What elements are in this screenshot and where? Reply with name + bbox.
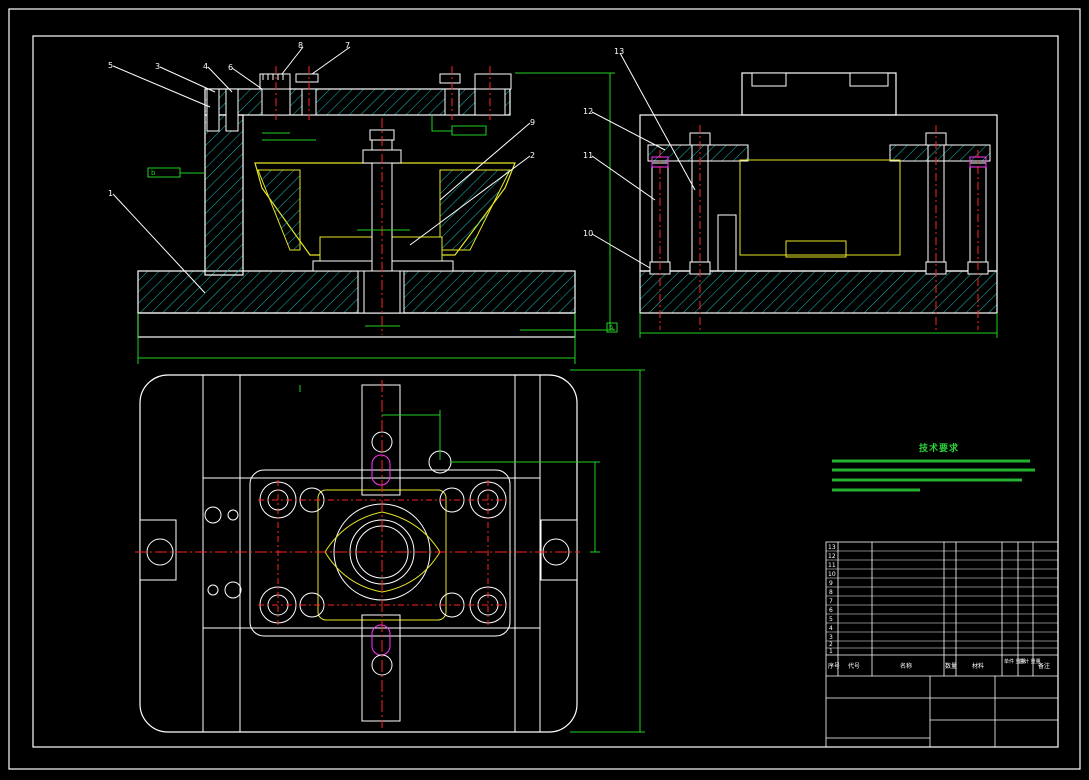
- balloon-3: 3: [155, 62, 160, 71]
- balloon-9: 9: [530, 118, 535, 127]
- front-view: [112, 46, 618, 364]
- title-block-numbers: 13 12 11 10 9 8 7 6 5 4 3 2 1: [828, 544, 836, 655]
- balloon-13: 13: [614, 47, 624, 56]
- header-qty: 数量: [945, 662, 957, 670]
- row-11-no: 11: [828, 562, 836, 569]
- balloon-8: 8: [298, 41, 303, 50]
- balloon-11: 11: [583, 151, 593, 160]
- balloon-labels: 8 7 5 3 4 6 1 9 2 13 12 11 10: [108, 41, 624, 238]
- balloon-4: 4: [203, 62, 208, 71]
- row-1-no: 1: [829, 648, 833, 655]
- row-13-no: 13: [828, 544, 836, 551]
- balloon-10: 10: [583, 229, 593, 238]
- cad-drawing: 8 7 5 3 4 6 1 9 2 13 12 11 10 b A 13 12 …: [8, 8, 1081, 770]
- header-name: 名称: [900, 662, 912, 670]
- row-10-no: 10: [828, 571, 836, 578]
- datum-A: A: [609, 324, 614, 332]
- balloon-6: 6: [228, 63, 233, 72]
- row-6-no: 6: [829, 607, 833, 614]
- row-4-no: 4: [829, 625, 833, 632]
- inner-border: [32, 35, 1059, 748]
- tech-requirements-title: 技术要求: [919, 444, 960, 454]
- header-material: 材料: [972, 662, 984, 670]
- row-7-no: 7: [829, 598, 833, 605]
- title-block-rows: [826, 550, 1058, 649]
- row-5-no: 5: [829, 616, 833, 623]
- row-8-no: 8: [829, 589, 833, 596]
- row-12-no: 12: [828, 553, 836, 560]
- balloon-1: 1: [108, 189, 113, 198]
- row-3-no: 3: [829, 634, 833, 641]
- balloon-12: 12: [583, 107, 593, 116]
- header-remark: 备注: [1038, 662, 1050, 670]
- title-block: [825, 541, 1059, 748]
- tech-requirements-text: [832, 459, 1035, 492]
- title-block-headers: 序号 代号 名称 数量 材料 单件 重量 总计 重量 备注: [828, 658, 1050, 670]
- header-seq: 序号: [828, 662, 840, 670]
- header-code: 代号: [848, 662, 860, 670]
- balloon-2: 2: [530, 151, 535, 160]
- row-9-no: 9: [829, 580, 833, 587]
- top-view: [135, 369, 645, 733]
- datum-b: b: [151, 169, 156, 177]
- side-view: [591, 52, 998, 338]
- row-2-no: 2: [829, 641, 833, 648]
- balloon-7: 7: [345, 41, 350, 50]
- balloon-5: 5: [108, 61, 113, 70]
